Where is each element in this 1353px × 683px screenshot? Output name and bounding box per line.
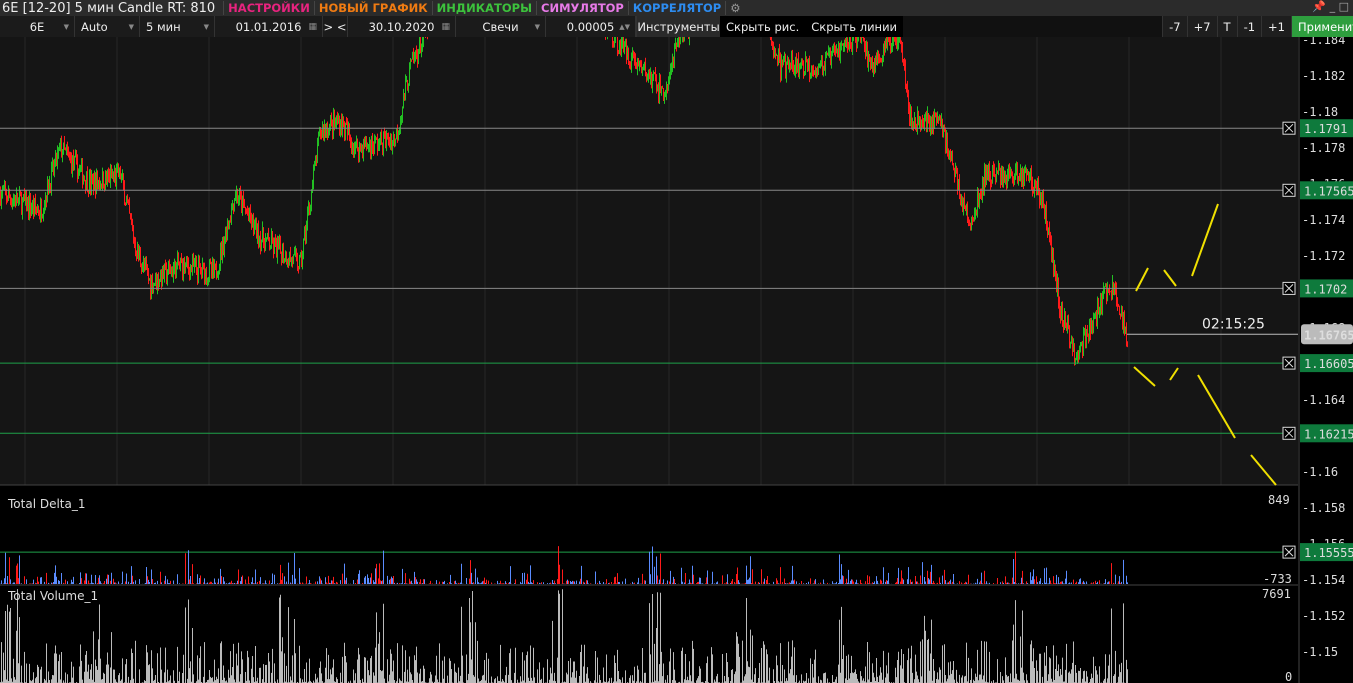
volume-min: 0 xyxy=(1285,670,1292,683)
nav-button[interactable]: > < xyxy=(323,16,348,37)
window-controls[interactable]: 📌 _ □ xyxy=(1312,0,1349,13)
volume-label: Total Volume_1 xyxy=(7,589,98,603)
price-level-value: 1.1791 xyxy=(1304,122,1347,136)
mode-value: Auto xyxy=(81,19,108,34)
price-level-value: 1.16215 xyxy=(1304,427,1353,441)
minimize-icon[interactable]: _ xyxy=(1330,0,1336,13)
date-from-value: 01.01.2016 xyxy=(235,19,302,34)
axis-tick-label: -1.164 xyxy=(1302,393,1345,407)
spinner-icon[interactable]: ▲▼ xyxy=(619,23,630,31)
chart-type-select[interactable]: Свечи ▼ xyxy=(456,16,546,37)
delta-max: 849 xyxy=(1268,493,1290,507)
axis-tick-label: -1.182 xyxy=(1302,69,1345,83)
today-button[interactable]: T xyxy=(1216,16,1237,37)
shift-minus-1-button[interactable]: -1 xyxy=(1236,16,1262,37)
delta-label: Total Delta_1 xyxy=(7,497,86,511)
menu-correlator[interactable]: КОРРЕЛЯТОР xyxy=(627,1,725,15)
calendar-icon[interactable]: ▦ xyxy=(308,22,317,32)
symbol-value: 6E xyxy=(29,19,45,34)
axis-tick-label: -1.15 xyxy=(1302,645,1338,659)
axis-tick-label: -1.184 xyxy=(1302,37,1345,47)
shift-plus-7-button[interactable]: +7 xyxy=(1186,16,1217,37)
axis-tick-label: -1.174 xyxy=(1302,213,1345,227)
window-title: 6E [12-20] 5 мин Candle RT: 810 xyxy=(2,0,216,16)
tick-size-spinner[interactable]: 0.00005 ▲▼ xyxy=(546,16,636,37)
timeframe-select[interactable]: 5 мин ▼ xyxy=(140,16,215,37)
price-level-value: 1.15555 xyxy=(1304,546,1353,560)
gear-icon[interactable]: ⚙ xyxy=(725,1,744,15)
countdown-timer: 02:15:25 xyxy=(1202,316,1265,332)
date-to-input[interactable]: 30.10.2020 ▦ xyxy=(348,16,456,37)
menu-indicators[interactable]: ИНДИКАТОРЫ xyxy=(431,1,536,15)
price-level-value: 1.16605 xyxy=(1304,357,1353,371)
price-level-value: 1.17565 xyxy=(1304,184,1353,198)
delta-min: -733 xyxy=(1263,572,1292,586)
axis-tick-label: -1.152 xyxy=(1302,609,1345,623)
axis-tick-label: -1.172 xyxy=(1302,249,1345,263)
hide-lines-button[interactable]: Скрыть линии xyxy=(805,16,904,37)
date-from-input[interactable]: 01.01.2016 ▦ xyxy=(215,16,323,37)
chart-type-value: Свечи xyxy=(482,19,519,34)
current-price-value: 1.16765 xyxy=(1304,328,1353,342)
toolbar: 6E ▼ Auto ▼ 5 мин ▼ 01.01.2016 ▦ > < 30.10.2… xyxy=(0,16,1353,37)
maximize-icon[interactable]: □ xyxy=(1339,0,1349,13)
volume-max: 7691 xyxy=(1262,587,1291,601)
price-chart[interactable]: -1.184-1.182-1.18-1.178-1.176-1.174-1.17… xyxy=(0,37,1353,683)
date-to-value: 30.10.2020 xyxy=(368,19,435,34)
symbol-select[interactable]: 6E ▼ xyxy=(0,16,75,37)
menu-simulator[interactable]: СИМУЛЯТОР xyxy=(536,1,628,15)
calendar-icon[interactable]: ▦ xyxy=(441,22,450,32)
mode-select[interactable]: Auto ▼ xyxy=(75,16,140,37)
title-bar: 6E [12-20] 5 мин Candle RT: 810 НАСТРОЙК… xyxy=(0,0,1353,16)
axis-tick-label: -1.16 xyxy=(1302,465,1338,479)
pin-icon[interactable]: 📌 xyxy=(1312,0,1326,13)
tick-size-value: 0.00005 xyxy=(566,19,615,34)
instruments-button[interactable]: Инструменты xyxy=(636,16,720,37)
chevron-down-icon: ▼ xyxy=(203,22,209,31)
menu-settings[interactable]: НАСТРОЙКИ xyxy=(223,1,314,15)
axis-tick-label: -1.154 xyxy=(1302,573,1345,587)
menu-new-chart[interactable]: НОВЫЙ ГРАФИК xyxy=(313,1,432,15)
apply-button[interactable]: Применить xyxy=(1291,16,1353,37)
axis-tick-label: -1.18 xyxy=(1302,105,1338,119)
chevron-down-icon: ▼ xyxy=(534,22,540,31)
chevron-down-icon: ▼ xyxy=(128,22,134,31)
axis-tick-label: -1.178 xyxy=(1302,141,1345,155)
hide-drawings-button[interactable]: Скрыть рис. xyxy=(720,16,806,37)
axis-tick-label: -1.158 xyxy=(1302,501,1345,515)
shift-minus-7-button[interactable]: -7 xyxy=(1162,16,1187,37)
timeframe-value: 5 мин xyxy=(146,19,181,34)
price-level-value: 1.1702 xyxy=(1304,282,1347,296)
chevron-down-icon: ▼ xyxy=(63,22,69,31)
shift-plus-1-button[interactable]: +1 xyxy=(1261,16,1291,37)
